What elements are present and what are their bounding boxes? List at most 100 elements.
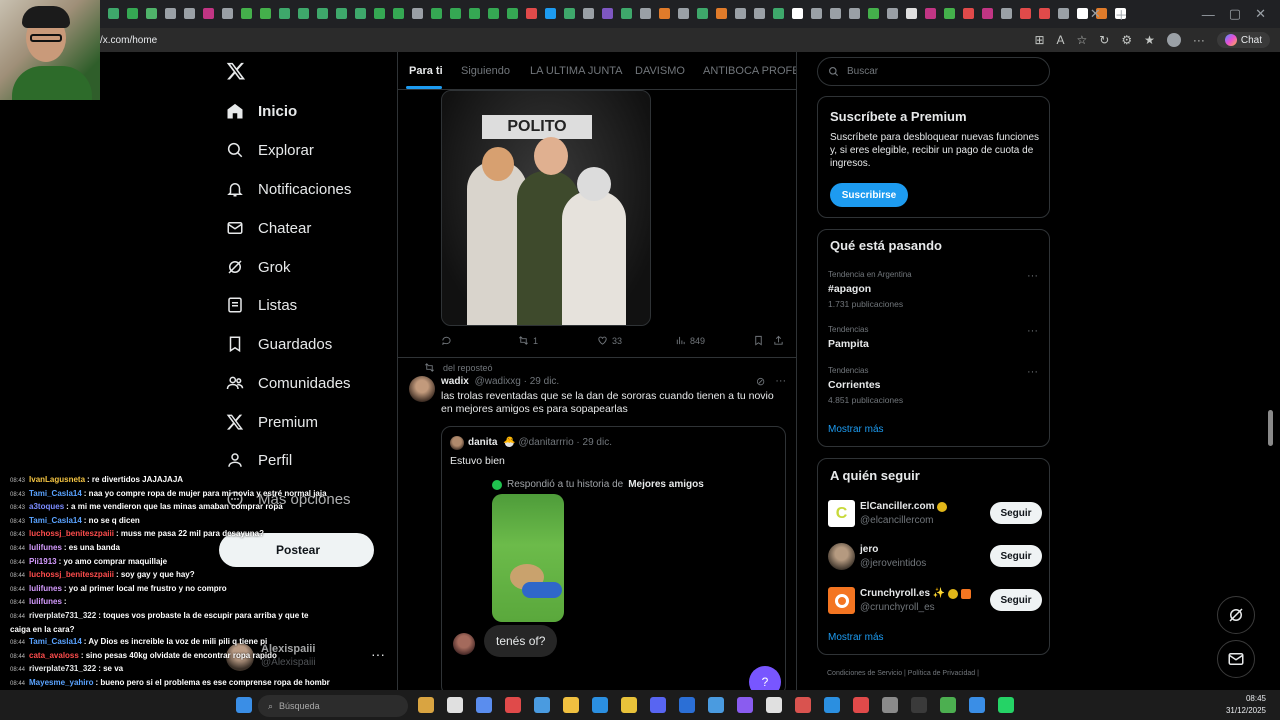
taskbar-app-icon[interactable] <box>969 697 985 713</box>
favorites-icon[interactable]: ★ <box>1144 33 1155 47</box>
follow-suggestion[interactable]: C ElCanciller.com @elcancillercom Seguir <box>828 498 1042 528</box>
taskbar-app-icon[interactable] <box>476 697 492 713</box>
browser-tab-favicon[interactable] <box>1039 8 1050 19</box>
taskbar-app-icon[interactable] <box>911 697 927 713</box>
taskbar-app-icon[interactable] <box>998 697 1014 713</box>
maximize-icon[interactable]: ▢ <box>1229 6 1241 22</box>
read-aloud-icon[interactable]: A <box>1057 33 1065 47</box>
quoted-tweet[interactable]: danita 🐣 @danitarrrio · 29 dic. Estuvo b… <box>441 426 786 692</box>
nav-inicio[interactable]: Inicio <box>226 96 297 126</box>
follow-suggestion[interactable]: jero @jeroveintidos Seguir <box>828 541 1042 571</box>
browser-tab-favicon[interactable] <box>868 8 879 19</box>
browser-tab-favicon[interactable] <box>564 8 575 19</box>
taskbar-app-icon[interactable] <box>795 697 811 713</box>
minimize-icon[interactable]: — <box>1202 7 1215 22</box>
taskbar-app-icon[interactable] <box>940 697 956 713</box>
favorite-star-icon[interactable]: ☆ <box>1077 33 1088 47</box>
nav-premium[interactable]: Premium <box>226 407 318 437</box>
taskbar-app-icon[interactable] <box>621 697 637 713</box>
browser-tab-favicon[interactable] <box>488 8 499 19</box>
follow-show-more[interactable]: Mostrar más <box>828 632 884 643</box>
browser-tab-favicon[interactable] <box>393 8 404 19</box>
browser-tab-favicon[interactable] <box>944 8 955 19</box>
browser-tab-favicon[interactable] <box>754 8 765 19</box>
taskbar-app-icon[interactable] <box>737 697 753 713</box>
tweet-date[interactable]: · 29 dic. <box>524 376 560 387</box>
tab-la-ultima-junta[interactable]: LA ULTIMA JUNTA <box>530 65 623 77</box>
browser-tab-favicon[interactable] <box>260 8 271 19</box>
story-thumbnail[interactable] <box>492 494 564 622</box>
taskbar-app-icon[interactable] <box>650 697 666 713</box>
tab-siguiendo[interactable]: Siguiendo <box>461 65 510 77</box>
browser-tab-favicon[interactable] <box>602 8 613 19</box>
reply-button[interactable] <box>441 335 456 346</box>
browser-tab-favicon[interactable] <box>887 8 898 19</box>
browser-tab-favicon[interactable] <box>640 8 651 19</box>
more-icon[interactable]: ··· <box>1027 270 1038 282</box>
x-logo-icon[interactable] <box>226 61 246 86</box>
like-button[interactable]: 33 <box>597 335 622 346</box>
browser-tab-favicon[interactable] <box>735 8 746 19</box>
taskbar-app-icon[interactable] <box>447 697 463 713</box>
browser-tab-favicon[interactable] <box>830 8 841 19</box>
browser-tab-favicon[interactable] <box>526 8 537 19</box>
taskbar-app-icon[interactable] <box>563 697 579 713</box>
browser-tab-favicon[interactable] <box>1077 8 1088 19</box>
browser-tab-favicon[interactable] <box>355 8 366 19</box>
post-image[interactable]: POLITO <box>441 90 651 326</box>
taskbar-app-icon[interactable] <box>824 697 840 713</box>
taskbar-app-icon[interactable] <box>679 697 695 713</box>
repost-button[interactable]: 1 <box>518 335 538 346</box>
browser-tab-favicon[interactable] <box>469 8 480 19</box>
trend-item[interactable]: Tendencias Corrientes 4.851 publicacione… <box>828 366 1038 405</box>
taskbar-app-icon[interactable] <box>592 697 608 713</box>
taskbar-app-icon[interactable] <box>882 697 898 713</box>
follow-button[interactable]: Seguir <box>990 545 1042 567</box>
nav-chatear[interactable]: Chatear <box>226 213 311 243</box>
browser-tab-favicon[interactable] <box>697 8 708 19</box>
nav-perfil[interactable]: Perfil <box>226 445 292 475</box>
taskbar-app-icon[interactable] <box>534 697 550 713</box>
browser-tab-favicon[interactable] <box>982 8 993 19</box>
windows-start-icon[interactable] <box>236 697 252 713</box>
browser-tab-favicon[interactable] <box>545 8 556 19</box>
close-tab-icon[interactable]: ✕ <box>1090 6 1101 22</box>
follow-button[interactable]: Seguir <box>990 502 1042 524</box>
browser-tab-favicon[interactable] <box>1020 8 1031 19</box>
more-icon[interactable]: ··· <box>1027 366 1038 378</box>
nav-explorar[interactable]: Explorar <box>226 135 314 165</box>
trends-show-more[interactable]: Mostrar más <box>828 424 884 435</box>
browser-tab-favicon[interactable] <box>279 8 290 19</box>
browser-tab-favicon[interactable] <box>925 8 936 19</box>
grok-fab[interactable] <box>1217 596 1255 634</box>
share-button[interactable] <box>773 335 784 346</box>
profile-avatar[interactable] <box>1166 33 1181 47</box>
browser-tab-favicon[interactable] <box>1001 8 1012 19</box>
grok-icon[interactable]: ⊘ <box>756 375 765 388</box>
author-handle[interactable]: @wadixxg <box>475 376 521 387</box>
browser-tab-favicon[interactable] <box>165 8 176 19</box>
more-icon[interactable]: ··· <box>371 646 385 662</box>
taskbar-app-icon[interactable] <box>505 697 521 713</box>
more-icon[interactable]: ··· <box>1027 325 1038 337</box>
browser-tab-favicon[interactable] <box>146 8 157 19</box>
browser-tab-favicon[interactable] <box>184 8 195 19</box>
trend-item[interactable]: Tendencia en Argentina #apagon 1.731 pub… <box>828 270 1038 309</box>
browser-tab-favicon[interactable] <box>621 8 632 19</box>
scrollbar[interactable] <box>1268 410 1273 446</box>
browser-tab-favicon[interactable] <box>222 8 233 19</box>
views-button[interactable]: 849 <box>675 335 705 346</box>
nav-guardados[interactable]: Guardados <box>226 329 332 359</box>
nav-listas[interactable]: Listas <box>226 290 297 320</box>
avatar[interactable] <box>409 376 435 402</box>
browser-tab-favicon[interactable] <box>336 8 347 19</box>
trend-item[interactable]: Tendencias Pampita ··· <box>828 325 1038 350</box>
taskbar-app-icon[interactable] <box>418 697 434 713</box>
taskbar-app-icon[interactable] <box>853 697 869 713</box>
taskbar-app-icon[interactable] <box>766 697 782 713</box>
browser-tab-favicon[interactable] <box>678 8 689 19</box>
nav-notificaciones[interactable]: Notificaciones <box>226 174 351 204</box>
more-icon[interactable]: ··· <box>1193 33 1205 47</box>
close-window-icon[interactable]: ✕ <box>1255 6 1266 22</box>
browser-tab-favicon[interactable] <box>583 8 594 19</box>
